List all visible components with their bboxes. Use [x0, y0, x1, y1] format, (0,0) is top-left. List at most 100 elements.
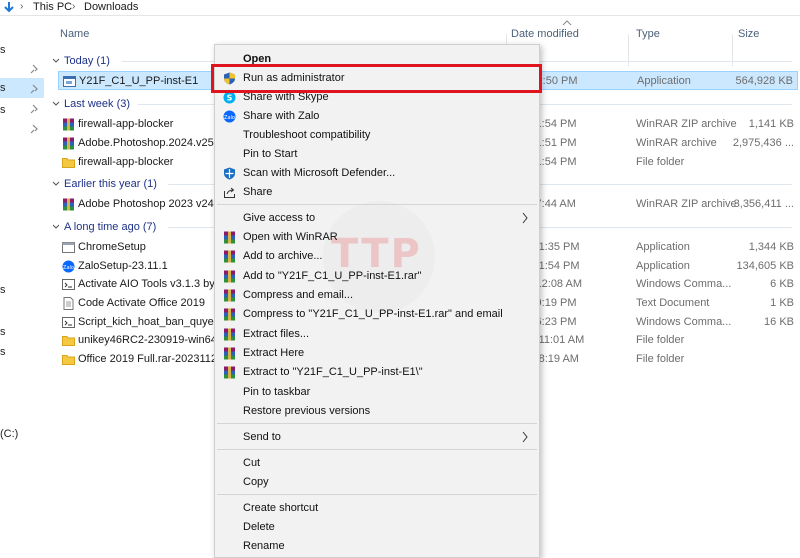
- folder-icon: [62, 336, 75, 346]
- script-icon: [62, 279, 75, 290]
- svg-text:Zalo: Zalo: [63, 265, 74, 271]
- group-title: Earlier this year (1): [64, 178, 157, 190]
- group-title: Last week (3): [64, 98, 131, 110]
- file-type: File folder: [636, 353, 685, 365]
- address-bar[interactable]: › This PC › Downloads: [0, 0, 800, 16]
- menu-item-add-to-rar[interactable]: Add to "Y21F_C1_U_PP-inst-E1.rar": [215, 267, 539, 286]
- nav-item[interactable]: s: [0, 82, 6, 94]
- pin-icon: [30, 64, 38, 74]
- menu-item-give-access-to[interactable]: Give access to: [215, 209, 539, 228]
- sort-ascending-icon: [562, 20, 572, 26]
- file-name: Script_kich_hoat_ban_quyen_s: [78, 316, 232, 328]
- menu-item-share-with-zalo[interactable]: Zalo Share with Zalo: [215, 107, 539, 126]
- nav-item-drive-c[interactable]: (C:): [0, 428, 18, 440]
- winrar-icon: [63, 137, 74, 150]
- file-type: Text Document: [636, 297, 710, 309]
- breadcrumb-separator: ›: [20, 1, 24, 12]
- menu-item-delete[interactable]: Delete: [215, 518, 539, 537]
- menu-label: Cut: [243, 457, 261, 469]
- file-type: File folder: [636, 156, 685, 168]
- file-name: ChromeSetup: [78, 241, 146, 253]
- winrar-icon: [63, 198, 74, 211]
- menu-item-troubleshoot[interactable]: Troubleshoot compatibility: [215, 126, 539, 145]
- menu-label: Extract Here: [243, 347, 305, 359]
- application-icon: [63, 76, 76, 87]
- column-type[interactable]: Type: [636, 28, 660, 40]
- menu-label: Add to "Y21F_C1_U_PP-inst-E1.rar": [243, 270, 422, 282]
- navigation-pane[interactable]: s s s s s s (C:): [0, 16, 48, 558]
- group-title: A long time ago (7): [64, 221, 157, 233]
- column-size[interactable]: Size: [738, 28, 759, 40]
- file-size: 3,356,411 ...: [733, 198, 794, 210]
- menu-label: Extract files...: [243, 328, 310, 340]
- defender-shield-icon: [224, 167, 235, 180]
- nav-item[interactable]: s: [0, 44, 6, 56]
- menu-item-send-to[interactable]: Send to: [215, 428, 539, 447]
- file-size: 1,141 KB: [748, 118, 794, 130]
- menu-label: Rename: [243, 540, 285, 552]
- svg-text:Zalo: Zalo: [224, 115, 235, 121]
- column-name[interactable]: Name: [60, 28, 89, 40]
- menu-item-rename[interactable]: Rename: [215, 537, 539, 556]
- menu-item-scan-defender[interactable]: Scan with Microsoft Defender...: [215, 164, 539, 183]
- menu-item-extract-here[interactable]: Extract Here: [215, 344, 539, 363]
- menu-item-copy[interactable]: Copy: [215, 473, 539, 492]
- menu-label: Troubleshoot compatibility: [243, 129, 371, 141]
- menu-item-extract-to[interactable]: Extract to "Y21F_C1_U_PP-inst-E1\": [215, 363, 539, 382]
- menu-item-share[interactable]: Share: [215, 183, 539, 202]
- file-type: Application: [637, 75, 691, 87]
- menu-label: Pin to taskbar: [243, 386, 311, 398]
- file-type: Windows Comma...: [636, 278, 732, 290]
- script-icon: [62, 317, 75, 328]
- winrar-icon: [224, 308, 235, 321]
- winrar-icon: [224, 250, 235, 263]
- menu-label: Scan with Microsoft Defender...: [243, 167, 396, 179]
- breadcrumb-downloads[interactable]: Downloads: [84, 1, 138, 13]
- folder-icon: [62, 355, 75, 365]
- zalo-icon: Zalo: [223, 110, 236, 123]
- menu-item-pin-to-taskbar[interactable]: Pin to taskbar: [215, 383, 539, 402]
- file-name: firewall-app-blocker: [78, 156, 174, 168]
- winrar-icon: [224, 289, 235, 302]
- highlight-box: [211, 64, 542, 93]
- menu-item-compress-and-email[interactable]: Compress and email...: [215, 286, 539, 305]
- winrar-icon: [224, 366, 235, 379]
- chrome-setup-icon: [62, 242, 75, 253]
- menu-item-create-shortcut[interactable]: Create shortcut: [215, 499, 539, 518]
- file-type: WinRAR ZIP archive: [636, 118, 737, 130]
- file-size: 564,928 KB: [735, 75, 794, 87]
- column-date-modified[interactable]: Date modified: [511, 28, 579, 40]
- menu-label: Share with Zalo: [243, 110, 320, 122]
- menu-label: Copy: [243, 476, 269, 488]
- menu-item-cut[interactable]: Cut: [215, 454, 539, 473]
- breadcrumb-this-pc[interactable]: This PC: [33, 1, 72, 13]
- pin-icon: [30, 124, 38, 134]
- file-type: WinRAR ZIP archive: [636, 198, 737, 210]
- menu-label: Share: [243, 186, 273, 198]
- file-size: 2,975,436 ...: [732, 137, 794, 149]
- zalo-icon: Zalo: [62, 260, 75, 273]
- menu-item-restore-previous-versions[interactable]: Restore previous versions: [215, 402, 539, 421]
- nav-item[interactable]: s: [0, 104, 6, 116]
- menu-label: Add to archive...: [243, 250, 323, 262]
- nav-item[interactable]: s: [0, 326, 6, 338]
- menu-item-extract-files[interactable]: Extract files...: [215, 325, 539, 344]
- context-menu: TTP Open Run as administrator S Share wi…: [214, 44, 540, 558]
- nav-item[interactable]: s: [0, 284, 6, 296]
- file-size: 1 KB: [770, 297, 794, 309]
- nav-item[interactable]: s: [0, 346, 6, 358]
- menu-item-add-to-archive[interactable]: Add to archive...: [215, 247, 539, 266]
- menu-item-open-with-winrar[interactable]: Open with WinRAR: [215, 228, 539, 247]
- file-name: Adobe Photoshop 2023 v24.2.: [78, 198, 227, 210]
- file-size: 134,605 KB: [736, 260, 795, 272]
- menu-label: Send to: [243, 431, 281, 443]
- file-size: 6 KB: [770, 278, 794, 290]
- file-type: Application: [636, 241, 690, 253]
- text-doc-icon: [63, 297, 74, 310]
- file-type: File folder: [636, 334, 685, 346]
- menu-item-pin-to-start[interactable]: Pin to Start: [215, 145, 539, 164]
- breadcrumb-separator: ›: [72, 1, 76, 12]
- menu-item-compress-rar-email[interactable]: Compress to "Y21F_C1_U_PP-inst-E1.rar" a…: [215, 305, 539, 324]
- group-title: Today (1): [64, 55, 110, 67]
- menu-label: Give access to: [243, 212, 316, 224]
